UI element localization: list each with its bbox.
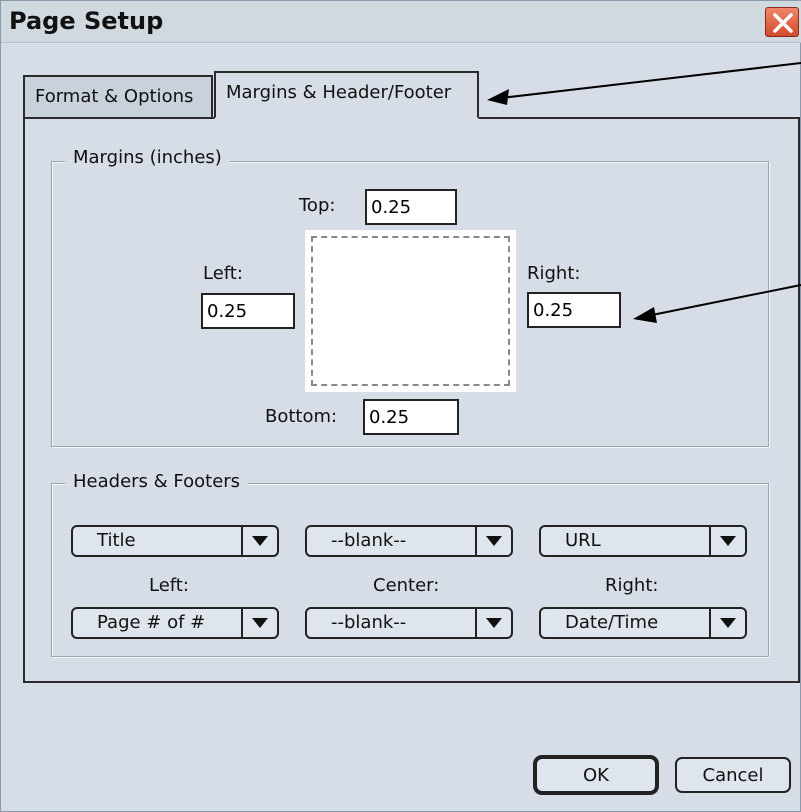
arrow-to-tab (487, 62, 801, 105)
page-setup-dialog: Page Setup Format & Options Margins & He… (0, 0, 801, 812)
arrow-to-right-field (633, 284, 801, 323)
annotation-arrows (487, 62, 801, 323)
